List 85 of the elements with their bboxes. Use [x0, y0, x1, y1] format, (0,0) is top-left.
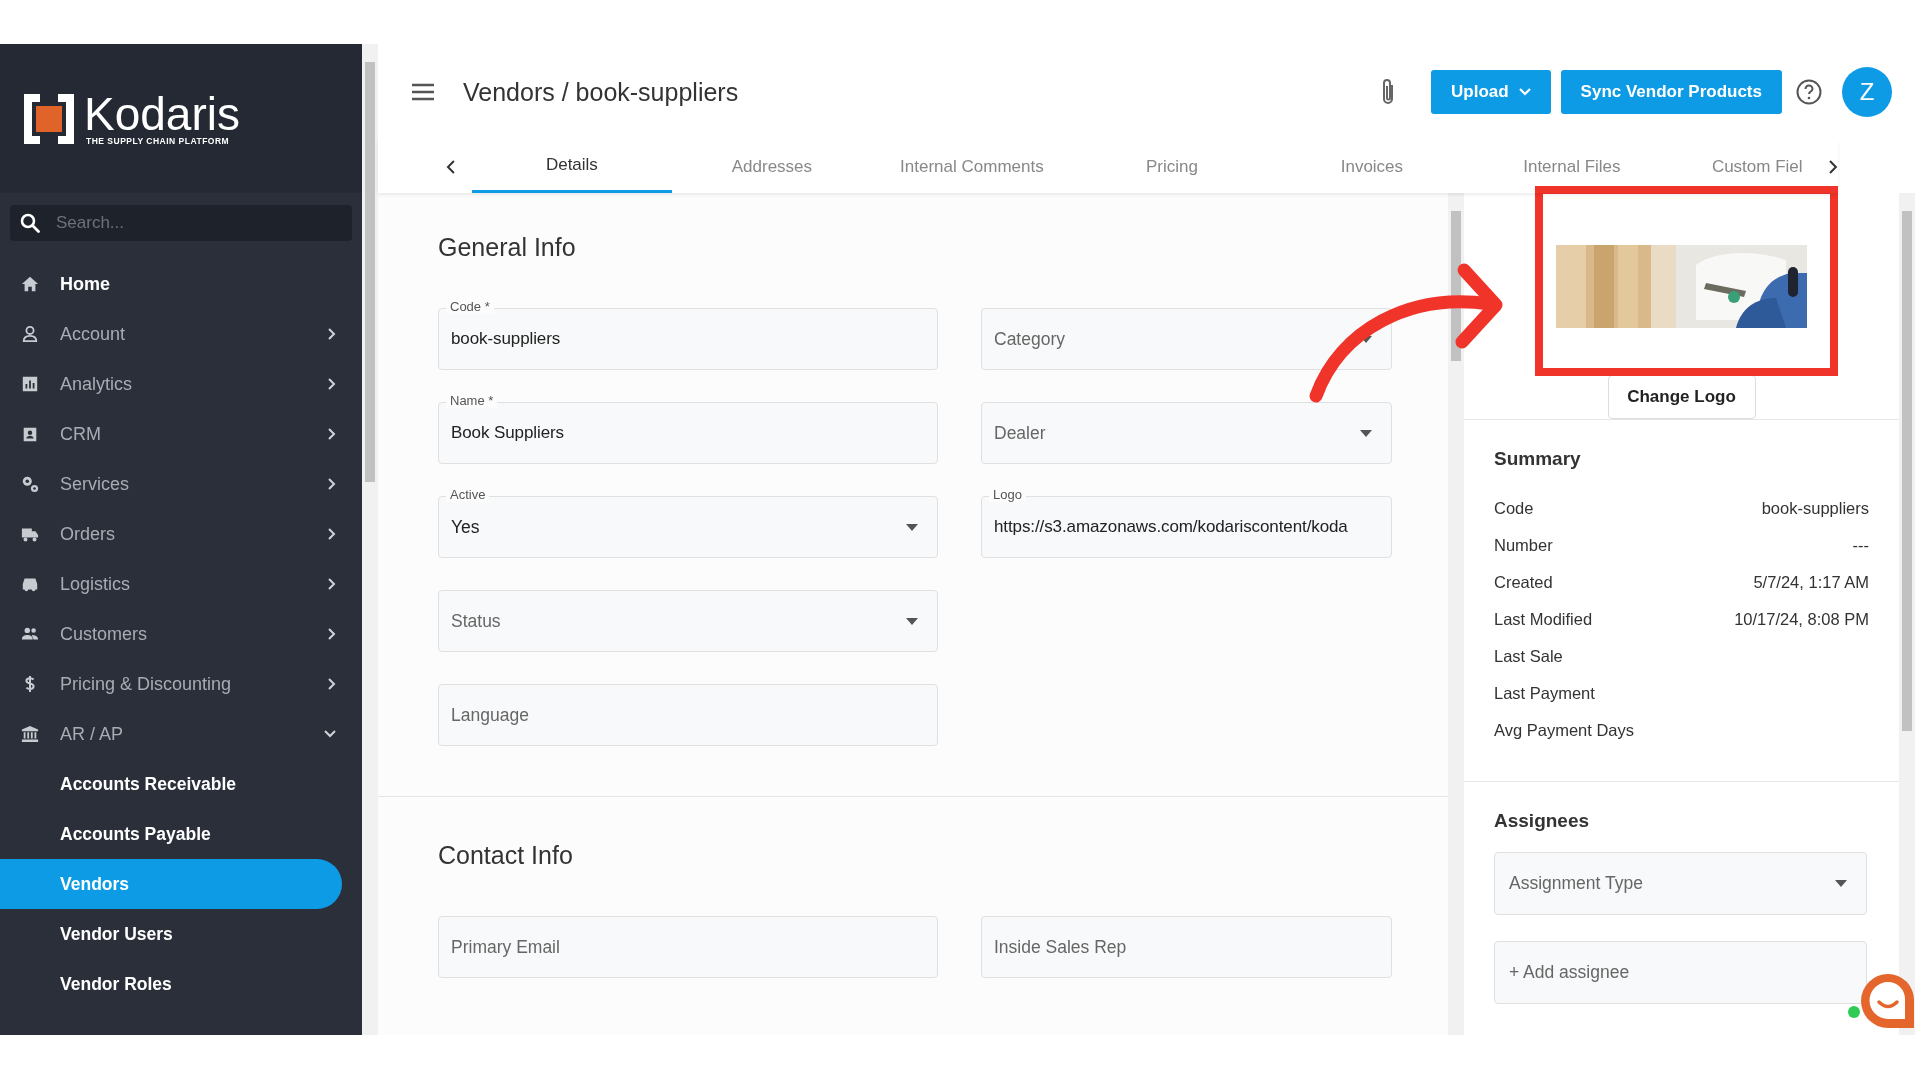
field-label: Name * — [446, 394, 498, 408]
summary-label: Last Modified — [1494, 610, 1593, 629]
nav-item[interactable]: Account — [0, 309, 362, 359]
summary-label: Last Payment — [1494, 684, 1595, 703]
logo-name: Kodaris — [84, 91, 240, 136]
dropdown-arrow-icon — [906, 618, 918, 625]
chevron-right-icon — [328, 478, 336, 490]
primary-email-field[interactable]: Primary Email — [438, 916, 938, 978]
tab[interactable]: Addresses — [671, 140, 872, 193]
nav-item[interactable]: AR / AP — [0, 709, 362, 759]
caret-icon — [1518, 88, 1531, 96]
tab[interactable]: Pricing — [1071, 140, 1272, 193]
tab[interactable]: Custom Fiel — [1671, 140, 1817, 193]
nav-item[interactable]: Home — [0, 259, 362, 309]
chart-icon — [21, 375, 39, 393]
chevron-right-icon — [328, 428, 336, 440]
chevron-right-icon — [328, 378, 336, 390]
dropdown-arrow-icon — [1835, 880, 1847, 887]
person-icon — [21, 325, 39, 343]
header-button[interactable]: Upload — [1431, 70, 1551, 114]
chevron-right-icon[interactable] — [1828, 158, 1838, 175]
nav-subitem[interactable]: Vendors — [0, 859, 342, 909]
summary-label: Number — [1494, 536, 1553, 555]
summary-value: book-suppliers — [1761, 499, 1869, 518]
nav-subitem[interactable]: Accounts Payable — [0, 809, 342, 859]
field-label: Active — [446, 488, 490, 502]
summary-value: 5/7/24, 1:17 AM — [1753, 573, 1869, 592]
chevron-down-icon — [324, 730, 336, 738]
field-label: Logo — [989, 488, 1026, 502]
search-field[interactable]: Search... — [10, 205, 352, 241]
add-assignee-field[interactable]: + Add assignee — [1494, 941, 1867, 1004]
nav-subitem[interactable]: Vendor Roles — [0, 959, 342, 1009]
section-heading: Contact Info — [438, 841, 574, 870]
nav-item[interactable]: Logistics — [0, 559, 362, 609]
nav-item[interactable]: CRM — [0, 409, 362, 459]
tab[interactable]: Internal Comments — [871, 140, 1072, 193]
tab[interactable]: Invoices — [1271, 140, 1472, 193]
nav-item[interactable]: Customers — [0, 609, 362, 659]
chevron-left-icon[interactable] — [446, 158, 456, 175]
menu-icon[interactable] — [411, 83, 435, 101]
change-logo-button[interactable]: Change Logo — [1607, 375, 1756, 419]
logo-icon — [22, 91, 76, 146]
summary-label: Avg Payment Days — [1494, 721, 1634, 740]
scrollbar[interactable] — [362, 44, 378, 1035]
header-button[interactable]: Sync Vendor Products — [1560, 70, 1782, 114]
dealer-field[interactable]: Dealer — [981, 402, 1392, 464]
field-label: Code * — [446, 300, 494, 314]
bank-icon — [21, 725, 39, 743]
search-icon — [20, 213, 40, 233]
user-avatar[interactable]: Z — [1842, 67, 1892, 117]
nav-item[interactable]: Pricing & Discounting — [0, 659, 362, 709]
chevron-right-icon — [328, 578, 336, 590]
help-icon[interactable] — [1796, 79, 1822, 105]
language-field[interactable]: Language — [438, 684, 938, 746]
tab[interactable]: Internal Files — [1471, 140, 1672, 193]
gears-icon — [21, 475, 39, 493]
nav-subitem[interactable]: Accounts Receivable — [0, 759, 342, 809]
dropdown-arrow-icon — [906, 524, 918, 531]
summary-label: Code — [1494, 499, 1534, 518]
inside-sales-rep-field[interactable]: Inside Sales Rep — [981, 916, 1392, 978]
summary-label: Created — [1494, 573, 1553, 592]
category-field[interactable]: Category — [981, 308, 1392, 370]
summary-label: Last Sale — [1494, 647, 1563, 666]
status-field[interactable]: Status — [438, 590, 938, 652]
scrollbar[interactable] — [1899, 193, 1915, 1035]
chevron-right-icon — [328, 628, 336, 640]
scrollbar[interactable] — [1448, 193, 1464, 1035]
nav-item[interactable]: Services — [0, 459, 362, 509]
chevron-right-icon — [328, 528, 336, 540]
section-heading: Assignees — [1494, 810, 1591, 832]
assignment-type-field[interactable]: Assignment Type — [1494, 852, 1867, 915]
section-heading: General Info — [438, 233, 577, 262]
home-icon — [21, 275, 39, 293]
summary-value: --- — [1852, 536, 1869, 555]
chevron-right-icon — [328, 678, 336, 690]
summary-value: 10/17/24, 8:08 PM — [1734, 610, 1869, 629]
section-heading: Summary — [1494, 448, 1582, 470]
dropdown-arrow-icon — [1360, 430, 1372, 437]
nav-item[interactable]: Orders — [0, 509, 362, 559]
chevron-right-icon — [328, 328, 336, 340]
nav-subitem[interactable]: Vendor Users — [0, 909, 342, 959]
nav-item[interactable]: Analytics — [0, 359, 362, 409]
logo-tagline: THE SUPPLY CHAIN PLATFORM — [86, 135, 231, 146]
contact-card-icon — [21, 425, 39, 443]
page-title: Vendors / book-suppliers — [463, 77, 739, 107]
